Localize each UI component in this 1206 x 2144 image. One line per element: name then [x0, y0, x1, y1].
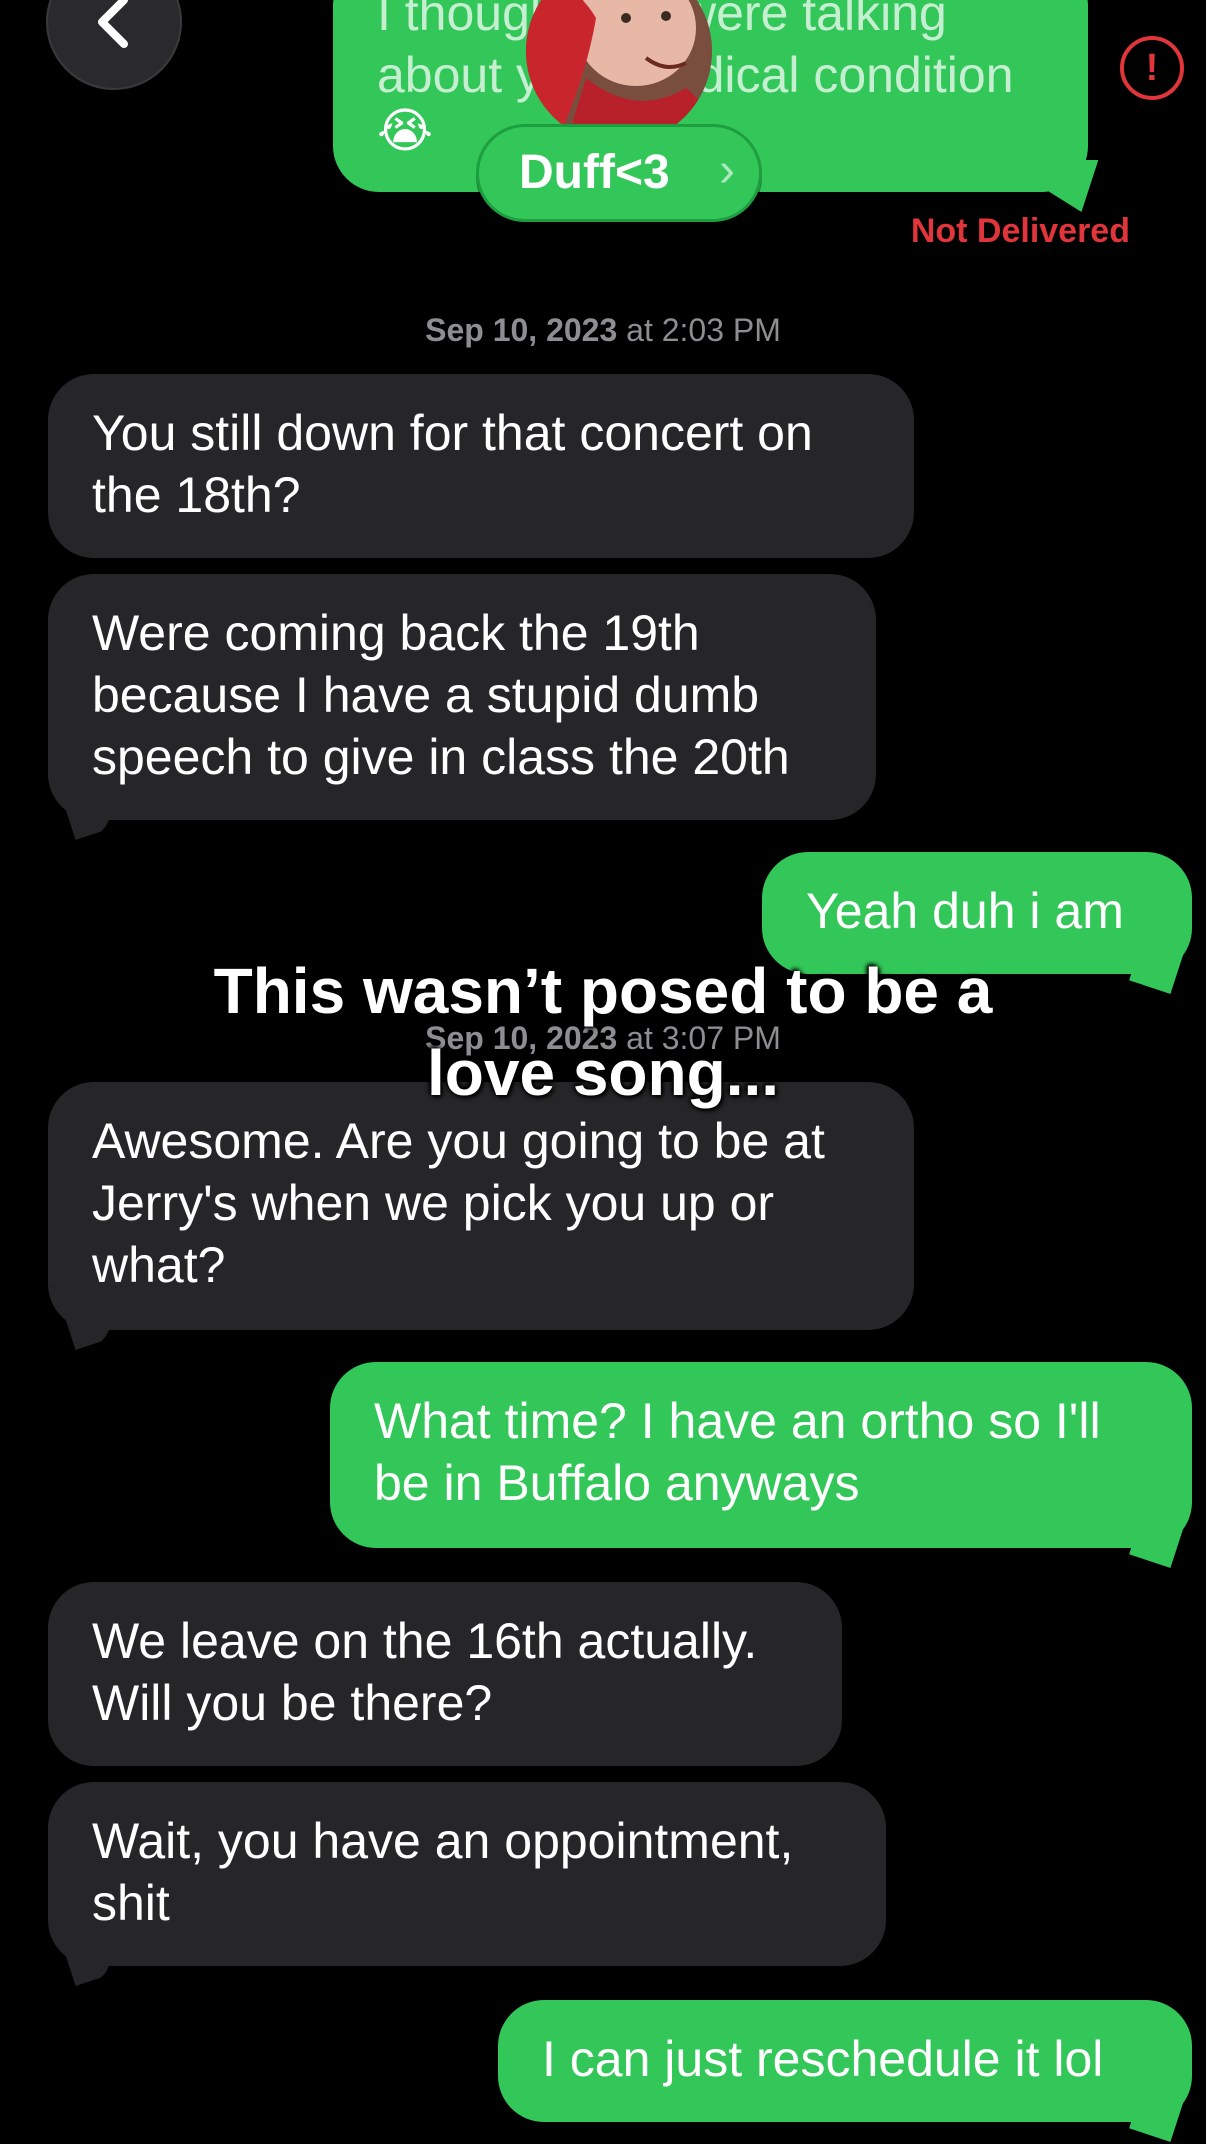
back-button[interactable]: [46, 0, 182, 90]
chevron-right-icon: ›: [719, 144, 735, 197]
contact-name-pill[interactable]: Duff<3 ›: [476, 124, 762, 222]
incoming-message[interactable]: You still down for that concert on the 1…: [48, 374, 914, 558]
incoming-message[interactable]: Were coming back the 19th because I have…: [48, 574, 876, 820]
crying-emoji: 😭: [377, 105, 434, 158]
incoming-message[interactable]: We leave on the 16th actually. Will you …: [48, 1582, 842, 1766]
not-delivered-error-icon[interactable]: !: [1120, 36, 1184, 100]
not-delivered-label: Not Delivered: [910, 212, 1130, 250]
chevron-left-icon: [98, 0, 128, 48]
incoming-message[interactable]: Awesome. Are you going to be at Jerry's …: [48, 1082, 914, 1330]
timestamp: Sep 10, 2023 at 2:03 PM: [0, 312, 1206, 349]
timestamp-time: at 2:03 PM: [626, 312, 781, 348]
incoming-message[interactable]: Wait, you have an oppointment, shit: [48, 1782, 886, 1966]
contact-name: Duff<3: [519, 146, 670, 199]
outgoing-message[interactable]: What time? I have an ortho so I'll be in…: [330, 1362, 1192, 1548]
outgoing-message[interactable]: I can just reschedule it lol: [498, 2000, 1192, 2122]
timestamp-date: Sep 10, 2023: [425, 312, 618, 348]
overlay-caption: This wasn’t posed to be a love song...: [213, 955, 993, 1109]
